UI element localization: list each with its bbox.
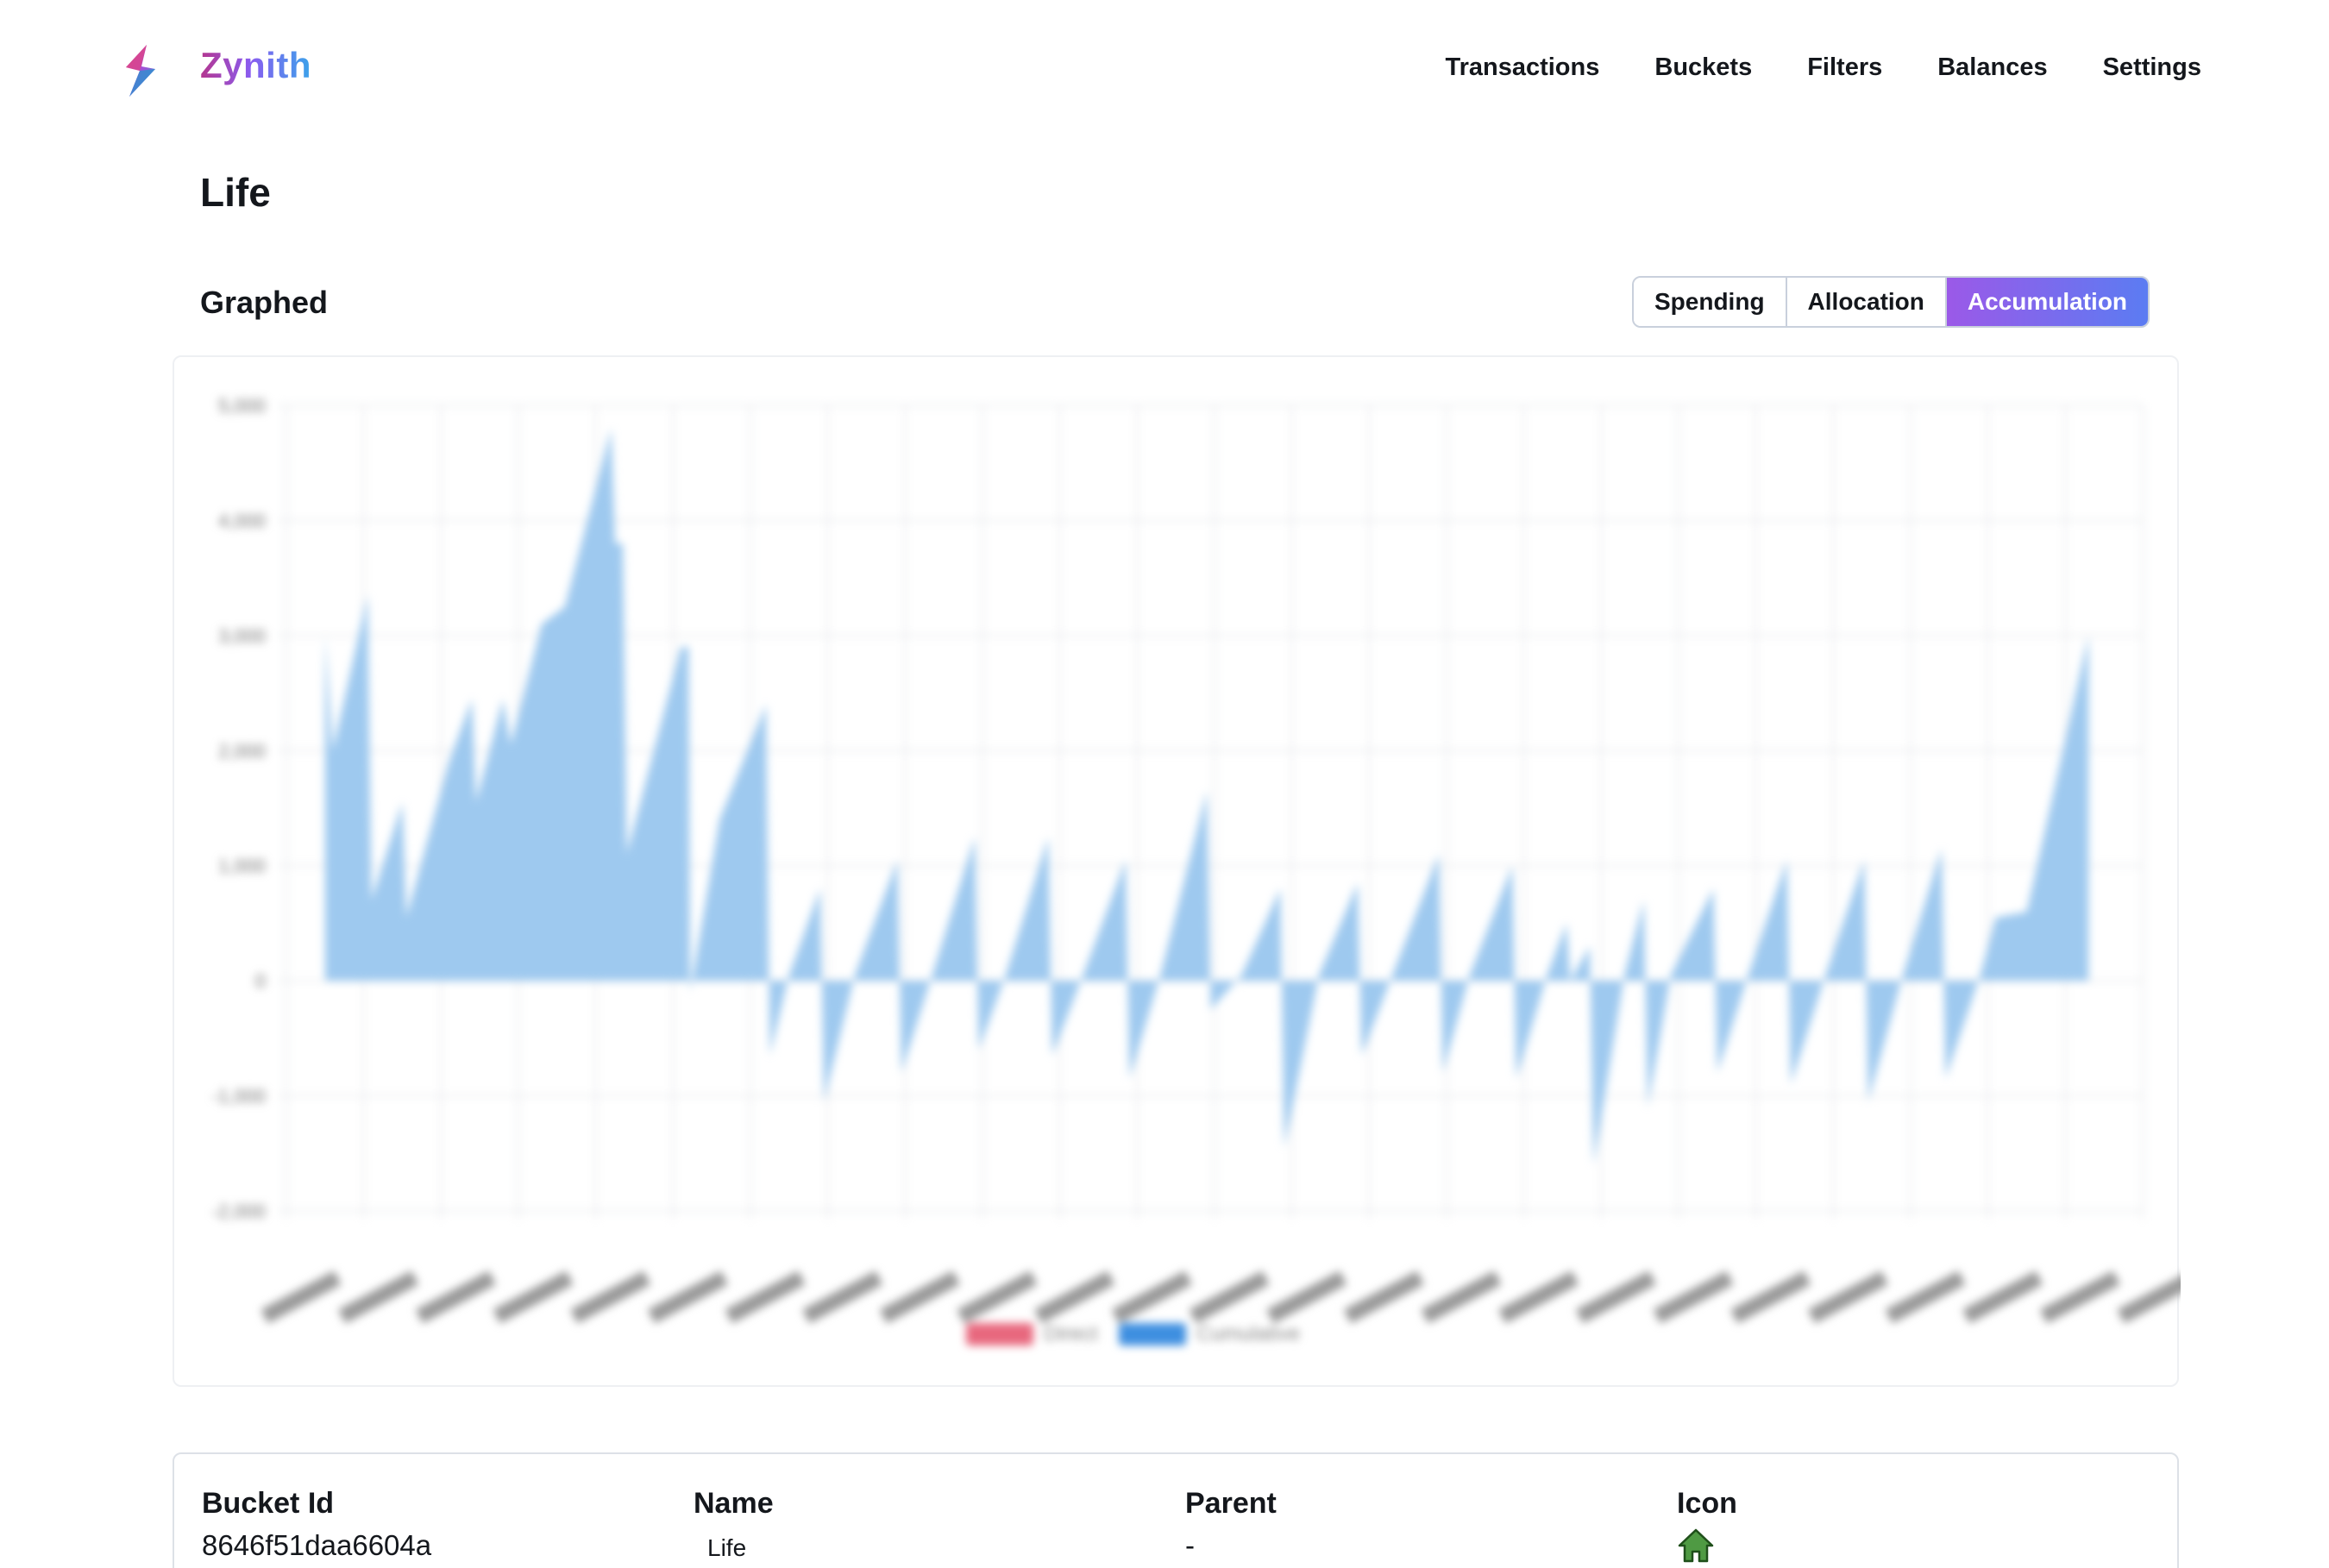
y-tick-label: 5,000 [218,395,266,417]
x-tick-label [1885,1270,1966,1324]
chart-layer: 5,000 4,000 3,000 2,000 1,000 0 -1,000 -2,000 Di… [212,395,2181,1345]
y-tick-label: 2,000 [218,740,266,762]
y-tick-label: 0 [255,970,266,992]
name-label: Name [694,1487,774,1520]
legend-swatch-direct [966,1323,1033,1345]
x-tick-label [647,1270,728,1324]
x-tick-label [2039,1270,2120,1324]
icon-field: Icon [1677,1487,1737,1568]
x-tick-label [725,1270,806,1324]
x-tick-label [2117,1270,2181,1324]
x-tick-label [1498,1270,1579,1324]
bucket-details-card: Bucket Id 8646f51daa6604a Name Life Pare… [173,1452,2179,1568]
x-tick-label [570,1270,651,1324]
page-title: Life [200,170,271,215]
view-allocation-button[interactable]: Allocation [1786,278,1947,326]
nav-filters[interactable]: Filters [1807,53,1882,82]
y-tick-label: 1,000 [218,856,266,877]
graph-view-toggle: Spending Allocation Accumulation [1632,276,2150,328]
name-field: Name Life [694,1487,774,1562]
bucket-id-field: Bucket Id 8646f51daa6604a [202,1487,431,1562]
bucket-id-label: Bucket Id [202,1487,335,1520]
x-tick-label [1343,1270,1424,1324]
chart-card: 5,000 4,000 3,000 2,000 1,000 0 -1,000 -2,000 Di… [173,355,2181,1387]
x-tick-label [957,1270,1038,1324]
parent-value: - [1185,1529,1195,1561]
icon-label: Icon [1677,1487,1737,1520]
parent-field: Parent - [1185,1487,1277,1562]
x-tick-label [802,1270,883,1324]
y-tick-label: -2,000 [212,1201,266,1222]
x-tick-label [1189,1270,1270,1324]
top-navbar: Zynith Transactions Buckets Filters Bala… [0,0,2329,138]
x-tick-label [1111,1270,1192,1324]
brand-name[interactable]: Zynith [200,45,311,86]
house-icon [1678,1528,1714,1563]
legend-label-direct: Direct [1044,1322,1098,1345]
y-tick-label: 4,000 [218,510,266,531]
x-tick-label [415,1270,496,1324]
nav-transactions[interactable]: Transactions [1445,53,1599,82]
nav-buckets[interactable]: Buckets [1654,53,1752,82]
accumulation-chart: 5,000 4,000 3,000 2,000 1,000 0 -1,000 -2,000 Di… [212,395,2181,1345]
x-tick-label [1653,1270,1734,1324]
x-tick-label [1034,1270,1115,1324]
x-tick-label [1730,1270,1811,1324]
legend-label-cumulative: Cumulative [1196,1322,1300,1345]
x-tick-label [493,1270,574,1324]
nav-balances[interactable]: Balances [1937,53,2047,82]
x-tick-label [1266,1270,1347,1324]
bucket-id-value: 8646f51daa6604a [202,1529,432,1561]
x-tick-label [1575,1270,1656,1324]
x-tick-label [261,1270,342,1324]
legend-swatch-cumulative [1119,1323,1186,1345]
zynith-logo-icon[interactable] [121,43,169,98]
y-tick-label: 3,000 [218,625,266,647]
view-accumulation-button[interactable]: Accumulation [1946,278,2149,326]
x-tick-label [879,1270,960,1324]
x-tick-label [1962,1270,2043,1324]
graph-section-title: Graphed [200,285,329,320]
main-nav: Transactions Buckets Filters Balances Se… [1445,53,2201,82]
x-tick-label [1807,1270,1888,1324]
name-value: Life [707,1534,747,1561]
y-tick-label: -1,000 [212,1086,266,1107]
x-tick-label [338,1270,419,1324]
series-area-cumulative [324,428,2089,1165]
x-tick-label [1421,1270,1502,1324]
view-spending-button[interactable]: Spending [1634,278,1787,326]
nav-settings[interactable]: Settings [2103,53,2201,82]
parent-label: Parent [1185,1487,1277,1520]
